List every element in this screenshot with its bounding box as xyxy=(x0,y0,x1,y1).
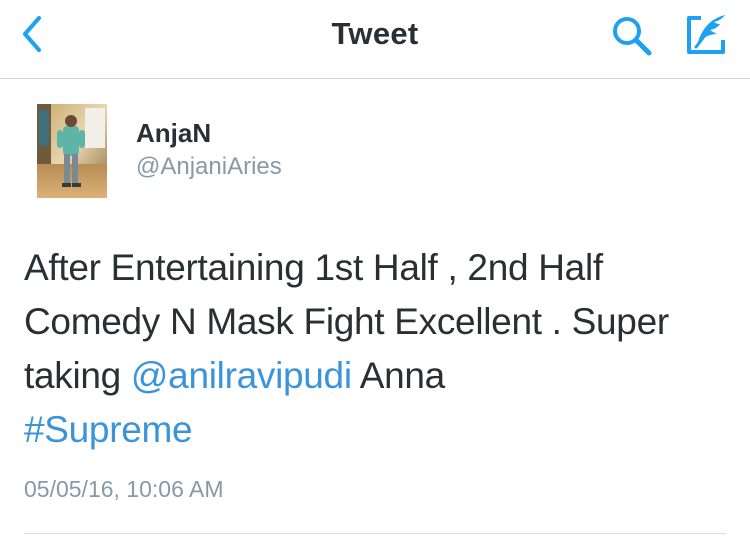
avatar[interactable] xyxy=(37,104,107,198)
navigation-bar: Tweet xyxy=(0,0,750,79)
tweet-text-line: After Entertaining 1st Half , 2nd Half xyxy=(24,247,603,288)
divider xyxy=(24,533,726,534)
compose-feather-icon xyxy=(687,15,725,54)
compose-tweet-button[interactable] xyxy=(678,10,734,60)
author-handle[interactable]: @AnjaniAries xyxy=(136,153,282,181)
tweet-timestamp: 05/05/16, 10:06 AM xyxy=(24,476,224,502)
search-icon xyxy=(613,17,652,56)
tweet-text-line: Comedy N Mask Fight Excellent . Super xyxy=(24,301,669,342)
author-display-name[interactable]: AnjaN xyxy=(136,118,211,149)
tweet-text-segment: Anna xyxy=(351,355,446,396)
tweet-text-line: taking @anilravipudi Anna xyxy=(24,349,724,403)
avatar-photo xyxy=(37,104,107,198)
mention-link[interactable]: @anilravipudi xyxy=(131,355,352,396)
tweet-text-line: #Supreme xyxy=(24,403,724,457)
hashtag-link[interactable]: #Supreme xyxy=(24,409,193,450)
tweet-text: After Entertaining 1st Half , 2nd Half C… xyxy=(24,241,724,457)
tweet-text-segment: taking xyxy=(24,355,131,396)
tweet-detail-screen: Tweet AnjaN @AnjaniAries After Entertain… xyxy=(0,0,750,543)
search-button[interactable] xyxy=(606,12,658,60)
